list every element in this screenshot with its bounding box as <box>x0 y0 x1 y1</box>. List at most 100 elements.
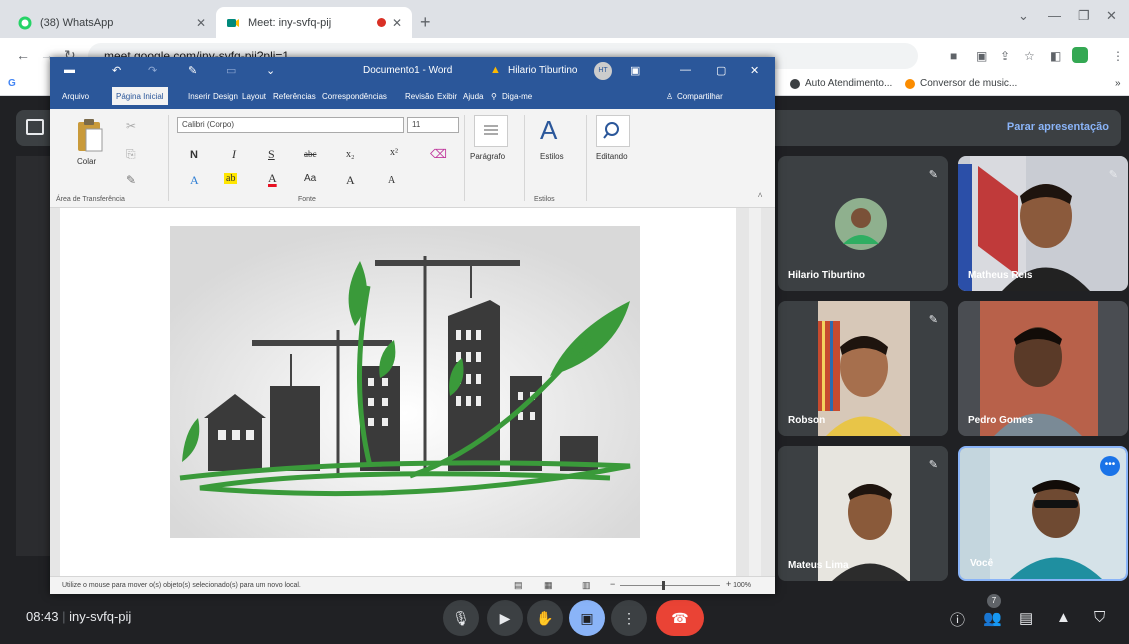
share-icon[interactable]: ⇪ <box>1000 49 1010 63</box>
zoom-out-icon[interactable]: − <box>610 579 615 589</box>
font-color-button[interactable]: A <box>268 171 277 186</box>
green-city-image[interactable] <box>170 226 640 538</box>
paragraph-button[interactable] <box>474 115 508 147</box>
format-painter-icon[interactable]: ✎ <box>188 64 197 77</box>
font-name-select[interactable]: Calibri (Corpo) <box>177 117 404 133</box>
customize-qat-icon[interactable]: ⌄ <box>266 64 275 77</box>
focus-mode-icon[interactable]: ▤ <box>514 580 523 591</box>
chat-icon[interactable]: ▤ <box>1019 609 1033 627</box>
participant-tile[interactable]: ✎ Robson <box>778 301 948 436</box>
restore-icon[interactable]: ❐ <box>1078 8 1090 24</box>
tab-correspondencias[interactable]: Correspondências <box>322 92 387 101</box>
minimize-icon[interactable]: — <box>680 64 691 76</box>
present-now-button[interactable]: ▣ <box>569 600 605 636</box>
chevron-down-icon[interactable]: ⌄ <box>1018 8 1029 24</box>
change-case-button[interactable]: Aa <box>304 173 316 184</box>
new-tab-button[interactable]: + <box>420 12 431 33</box>
google-icon[interactable]: G <box>8 78 16 89</box>
vertical-scrollbar[interactable] <box>749 208 761 576</box>
participant-tile[interactable]: Pedro Gomes <box>958 301 1128 436</box>
star-icon[interactable]: ☆ <box>1024 49 1035 63</box>
tell-me-box[interactable]: Diga-me <box>502 92 532 101</box>
participant-tile[interactable]: ✎ Hilario Tiburtino <box>778 156 948 291</box>
bookmark-item[interactable]: Auto Atendimento... <box>790 78 892 89</box>
more-options-button[interactable]: ⋮ <box>611 600 647 636</box>
raise-hand-button[interactable]: ✋ <box>527 600 563 636</box>
font-size-select[interactable]: 11 <box>407 117 459 133</box>
tab-design[interactable]: Design <box>213 92 238 101</box>
mic-button[interactable]: 🎙 <box>443 600 479 636</box>
participant-tile-self[interactable]: ••• Você <box>958 446 1128 581</box>
camera-button[interactable]: ▶ <box>487 600 523 636</box>
tab-inserir[interactable]: Inserir <box>188 92 210 101</box>
zoom-slider[interactable] <box>620 585 720 586</box>
bold-button[interactable]: N <box>190 149 198 161</box>
stop-presenting-button[interactable]: Parar apresentação <box>1007 121 1109 133</box>
close-icon[interactable]: ✕ <box>750 64 759 77</box>
back-icon[interactable]: ← <box>16 47 30 63</box>
participant-tile[interactable]: ✎ Mateus Lima <box>778 446 948 581</box>
close-window-icon[interactable]: ✕ <box>1106 8 1117 24</box>
ribbon-display-icon[interactable]: ▣ <box>630 64 640 77</box>
account-name[interactable]: Hilario Tiburtino <box>508 65 577 76</box>
styles-label[interactable]: Estilos <box>540 152 564 161</box>
subscript-button[interactable]: x₂ <box>346 149 355 160</box>
share-button[interactable]: Compartilhar <box>677 92 723 101</box>
participant-tile[interactable]: ✎ Matheus Reis <box>958 156 1128 291</box>
more-options-icon[interactable]: ••• <box>1100 456 1120 476</box>
styles-icon[interactable]: A <box>540 115 557 146</box>
italic-button[interactable]: I <box>232 147 236 162</box>
people-icon[interactable]: 👥 <box>983 609 1002 627</box>
print-layout-icon[interactable]: ▦ <box>544 580 553 591</box>
clear-formatting-icon[interactable]: ⌫ <box>430 147 447 162</box>
minimize-icon[interactable]: — <box>1048 8 1061 23</box>
screen-cast-icon[interactable]: ▣ <box>976 49 987 63</box>
avatar[interactable]: HT <box>594 62 612 80</box>
editing-button[interactable] <box>596 115 630 147</box>
document-page[interactable] <box>60 208 736 576</box>
shrink-font-button[interactable]: A <box>388 175 395 186</box>
zoom-in-icon[interactable]: + <box>726 579 731 589</box>
collapse-ribbon-icon[interactable]: ^ <box>758 191 762 201</box>
tab-meet[interactable]: Meet: iny-svfq-pij ✕ <box>216 7 412 38</box>
redo-icon[interactable]: ↷ <box>148 64 157 77</box>
tab-exibir[interactable]: Exibir <box>437 92 457 101</box>
highlight-color-button[interactable]: ab <box>224 173 238 184</box>
meeting-details-icon[interactable]: ⓘ <box>950 609 965 630</box>
tab-arquivo[interactable]: Arquivo <box>62 92 89 101</box>
zoom-slider-handle[interactable] <box>662 581 665 590</box>
tab-referencias[interactable]: Referências <box>273 92 316 101</box>
restore-icon[interactable]: ▢ <box>716 64 726 77</box>
tab-revisao[interactable]: Revisão <box>405 92 434 101</box>
activities-icon[interactable]: ▲ <box>1056 609 1071 626</box>
host-controls-icon[interactable]: ⛉ <box>1094 609 1105 626</box>
close-tab-icon[interactable]: ✕ <box>392 16 402 30</box>
copy-icon[interactable]: ⎘ <box>126 147 136 162</box>
leave-call-button[interactable]: ☎ <box>656 600 704 636</box>
camera-icon[interactable]: ■ <box>950 49 957 63</box>
save-icon[interactable]: ▬ <box>64 64 75 76</box>
bookmark-item[interactable]: Conversor de music... <box>905 78 1017 89</box>
format-painter-icon[interactable]: ✎ <box>126 173 136 188</box>
tab-pagina-inicial[interactable]: Página Inicial <box>112 87 168 105</box>
close-tab-icon[interactable]: ✕ <box>196 16 206 30</box>
tab-ajuda[interactable]: Ajuda <box>463 92 483 101</box>
paste-icon[interactable] <box>76 117 104 153</box>
undo-icon[interactable]: ↶ <box>112 64 121 77</box>
superscript-button[interactable]: x² <box>390 147 398 158</box>
underline-button[interactable]: S <box>268 147 275 162</box>
cut-icon[interactable]: ✂ <box>126 119 136 134</box>
text-effects-button[interactable]: A <box>190 173 199 188</box>
new-doc-icon[interactable]: ▭ <box>226 64 236 77</box>
strikethrough-button[interactable]: abc <box>304 149 317 159</box>
web-layout-icon[interactable]: ▥ <box>582 580 591 591</box>
tab-whatsapp[interactable]: (38) WhatsApp ✕ <box>8 7 216 38</box>
tab-layout[interactable]: Layout <box>242 92 266 101</box>
extension-icon[interactable] <box>1072 47 1088 63</box>
tab-search-icon[interactable]: ◧ <box>1050 49 1061 63</box>
grow-font-button[interactable]: A <box>346 173 355 188</box>
zoom-level[interactable]: 100% <box>733 582 751 589</box>
paste-label[interactable]: Colar <box>77 157 96 166</box>
menu-dots-icon[interactable]: ⋮ <box>1112 49 1124 63</box>
more-bookmarks-icon[interactable]: » <box>1115 78 1121 89</box>
